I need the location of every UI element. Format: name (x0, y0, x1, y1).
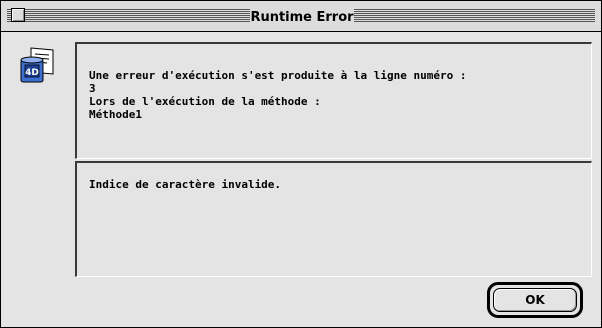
window-title: Runtime Error (250, 10, 354, 25)
line-number: 3 (89, 82, 96, 95)
icon-glyph: 4D (25, 68, 39, 78)
ok-button[interactable]: OK (487, 282, 583, 318)
4d-database-icon-graphic: 4D (20, 47, 54, 83)
method-intro: Lors de l'exécution de la méthode : (89, 95, 321, 108)
method-name: Méthode1 (89, 108, 142, 121)
4d-database-icon: 4D (17, 46, 57, 86)
close-box[interactable] (11, 8, 25, 22)
error-description-panel: Indice de caractère invalide. (75, 161, 592, 277)
title-bar[interactable]: Runtime Error (1, 1, 601, 32)
error-location-text: Une erreur d'exécution s'est produite à … (89, 69, 467, 121)
line-intro: Une erreur d'exécution s'est produite à … (89, 69, 467, 82)
runtime-error-dialog: Runtime Error 4D Une erreur d'exécution … (0, 0, 602, 328)
title-plate: Runtime Error (250, 6, 354, 26)
error-location-panel: Une erreur d'exécution s'est produite à … (75, 42, 592, 159)
error-description: Indice de caractère invalide. (89, 178, 282, 191)
ok-button-label[interactable]: OK (493, 288, 577, 312)
